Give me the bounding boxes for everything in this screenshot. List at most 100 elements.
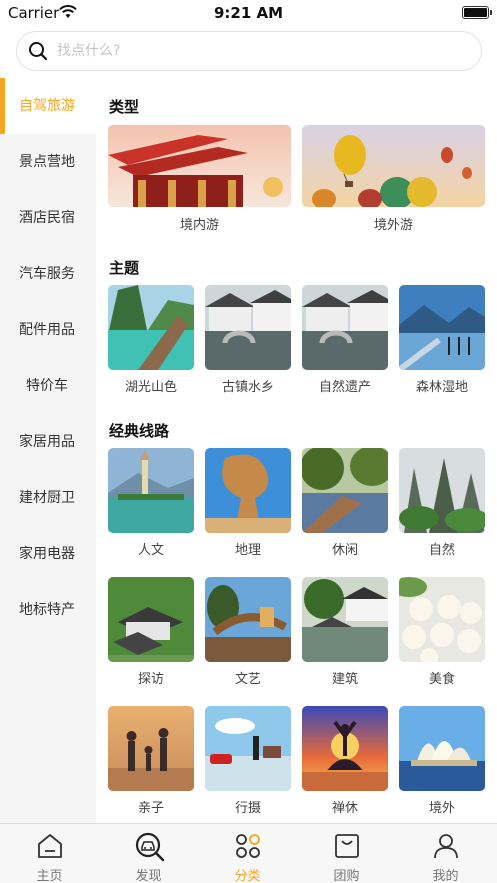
category-label: 行摄 (234, 801, 261, 816)
category-label: 境内游 (179, 218, 219, 233)
category-sidebar: 自驾旅游 景点营地 酒店民宿 汽车服务 配件用品 特价车 家居用品 建材厨卫 家… (0, 78, 96, 823)
section-title: 类型 (109, 98, 140, 116)
tab-profile[interactable]: 我的 (396, 824, 495, 883)
category-card[interactable]: 湖光山色 (108, 285, 194, 397)
category-label: 探访 (137, 672, 164, 687)
category-label: 湖光山色 (124, 380, 177, 395)
category-image (399, 285, 485, 370)
category-card[interactable]: 休闲 (302, 448, 388, 560)
category-label: 森林湿地 (415, 380, 468, 395)
home-icon (36, 832, 64, 864)
tab-home[interactable]: 主页 (0, 824, 99, 883)
sidebar-item-label: 自驾旅游 (19, 98, 75, 114)
category-card[interactable]: 禅休 (302, 706, 388, 818)
sidebar-item-car-service[interactable]: 汽车服务 (0, 246, 96, 302)
category-card[interactable]: 行摄 (205, 706, 291, 818)
tab-label: 主页 (36, 869, 63, 883)
category-label: 自然遗产 (318, 380, 371, 395)
category-label: 境外游 (373, 218, 413, 233)
category-card[interactable]: 探访 (108, 577, 194, 689)
tab-discover[interactable]: 发现 (99, 824, 198, 883)
sidebar-item-label: 景点营地 (19, 154, 75, 170)
category-image (302, 448, 388, 533)
category-image (205, 706, 291, 791)
category-card[interactable]: 自然遗产 (302, 285, 388, 397)
sidebar-item-label: 家用电器 (19, 546, 75, 562)
category-image (108, 448, 194, 533)
category-label: 美食 (428, 672, 455, 687)
sidebar-item-label: 建材厨卫 (19, 490, 75, 506)
search-icon (28, 41, 48, 65)
status-bar: Carrier 9:21 AM (0, 0, 497, 26)
category-card[interactable]: 建筑 (302, 577, 388, 689)
sidebar-item-label: 酒店民宿 (19, 210, 75, 226)
category-label: 地理 (234, 543, 261, 558)
tab-label: 发现 (135, 869, 162, 883)
search-input[interactable] (57, 32, 457, 70)
sidebar-item-label: 特价车 (26, 378, 68, 394)
tab-label: 团购 (333, 869, 360, 883)
category-card[interactable]: 亲子 (108, 706, 194, 818)
category-image (399, 577, 485, 662)
sidebar-item-scenic-camp[interactable]: 景点营地 (0, 134, 96, 190)
search-bar[interactable] (16, 31, 482, 71)
tab-label: 分类 (234, 869, 261, 883)
section-title: 主题 (109, 259, 140, 277)
category-card[interactable]: 境外 (399, 706, 485, 818)
category-image (302, 706, 388, 791)
category-label: 禅休 (331, 801, 358, 816)
sidebar-item-label: 汽车服务 (19, 266, 75, 282)
category-content: 类型 境内游 境外游 主题 湖光山色 古镇水乡 自然遗产 森林湿地 经典线路 人… (96, 78, 497, 823)
category-label: 文艺 (234, 672, 261, 687)
category-card[interactable]: 美食 (399, 577, 485, 689)
sidebar-item-special-car[interactable]: 特价车 (0, 358, 96, 414)
sidebar-item-home-goods[interactable]: 家居用品 (0, 414, 96, 470)
sidebar-item-appliances[interactable]: 家用电器 (0, 526, 96, 582)
section-title: 经典线路 (109, 422, 170, 440)
sidebar-item-accessories[interactable]: 配件用品 (0, 302, 96, 358)
clock: 9:21 AM (213, 4, 284, 22)
category-image (205, 285, 291, 370)
category-label: 建筑 (331, 672, 358, 687)
category-card[interactable]: 境内游 (108, 125, 291, 233)
category-image (205, 577, 291, 662)
category-card[interactable]: 自然 (399, 448, 485, 560)
category-label: 古镇水乡 (221, 380, 274, 395)
category-image (108, 285, 194, 370)
category-card[interactable]: 文艺 (205, 577, 291, 689)
category-card[interactable]: 地理 (205, 448, 291, 560)
sidebar-item-label: 地标特产 (19, 602, 75, 618)
category-image (108, 577, 194, 662)
category-image (108, 706, 194, 791)
category-image (399, 706, 485, 791)
category-label: 人文 (137, 543, 164, 558)
tab-category[interactable]: 分类 (198, 824, 297, 883)
tab-label: 我的 (432, 869, 459, 883)
tab-bar: 主页 发现 分类 团购 我的 (0, 823, 497, 883)
sidebar-item-local-specialty[interactable]: 地标特产 (0, 582, 96, 638)
tab-group-buy[interactable]: 团购 (297, 824, 396, 883)
sidebar-item-self-drive[interactable]: 自驾旅游 (0, 78, 96, 134)
discover-icon (135, 832, 165, 866)
category-image (302, 577, 388, 662)
category-image (302, 285, 388, 370)
sidebar-item-building-kitchen[interactable]: 建材厨卫 (0, 470, 96, 526)
category-image (399, 448, 485, 533)
profile-icon (432, 832, 460, 864)
category-card[interactable]: 森林湿地 (399, 285, 485, 397)
category-image (302, 125, 485, 207)
category-label: 自然 (428, 543, 455, 558)
category-image (205, 448, 291, 533)
sidebar-item-label: 配件用品 (19, 322, 75, 338)
category-icon (234, 832, 262, 864)
sidebar-item-label: 家居用品 (19, 434, 75, 450)
category-image (108, 125, 291, 207)
battery-icon (462, 6, 492, 19)
category-card[interactable]: 境外游 (302, 125, 485, 233)
category-label: 亲子 (137, 801, 164, 816)
category-card[interactable]: 人文 (108, 448, 194, 560)
group-buy-icon (333, 832, 361, 864)
sidebar-item-hotel[interactable]: 酒店民宿 (0, 190, 96, 246)
category-label: 境外 (428, 801, 455, 816)
category-card[interactable]: 古镇水乡 (205, 285, 291, 397)
